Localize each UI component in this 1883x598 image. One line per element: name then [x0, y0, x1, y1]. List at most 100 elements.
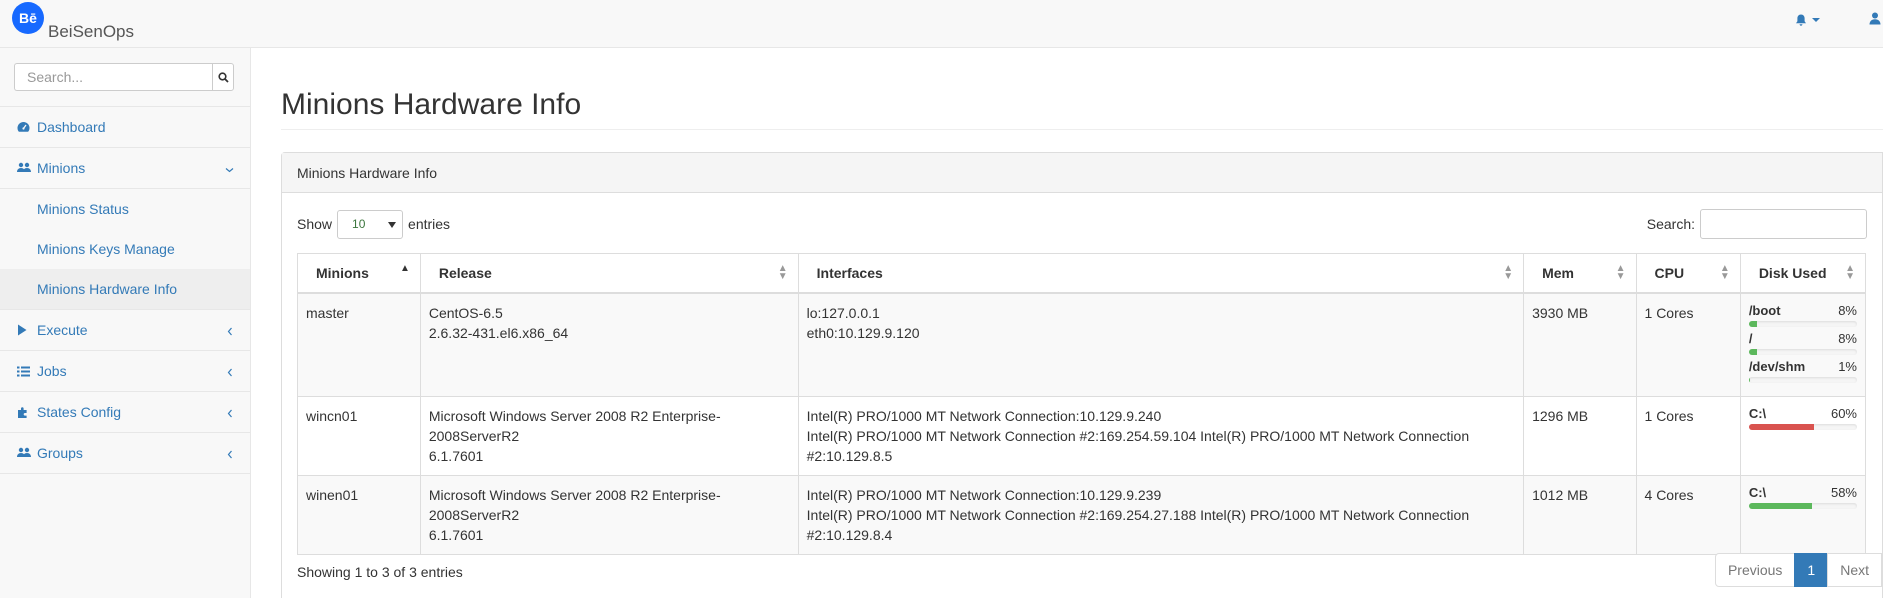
cpu-cell: 4 Cores [1635, 474, 1741, 555]
bell-icon [1796, 14, 1806, 26]
disk-percent: 1% [1838, 358, 1857, 374]
disk-used-cell: C:\ 60% [1739, 395, 1867, 476]
chevron-down-icon [225, 161, 234, 177]
disk-progress-bar [1748, 320, 1857, 327]
page-header: Minions Hardware Info [281, 88, 1883, 130]
sidebar-search-button[interactable] [212, 63, 234, 91]
disk-used-cell: /boot 8% / 8% /dev/shm 1% [1739, 292, 1867, 397]
mem-cell: 1012 MB [1523, 474, 1637, 555]
page-1-button[interactable]: 1 [1794, 553, 1829, 587]
disk-progress-bar [1748, 348, 1857, 355]
users-icon [17, 162, 33, 174]
disk-mount: /boot [1748, 302, 1781, 318]
chevron-left-icon [226, 446, 234, 462]
user-menu[interactable] [1869, 12, 1881, 28]
interfaces-cell-line: Intel(R) PRO/1000 MT Network Connection:… [806, 486, 1162, 503]
minion-cell: wincn01 [297, 395, 421, 476]
search-icon [217, 71, 229, 83]
sidebar-item-dashboard[interactable]: Dashboard [0, 107, 250, 148]
main-content: Minions Hardware Info Minions Hardware I… [251, 48, 1883, 598]
disk-progress-fill [1748, 423, 1814, 430]
sidebar-item-jobs[interactable]: Jobs [0, 351, 250, 392]
table-search-input[interactable] [1700, 209, 1867, 239]
play-icon [17, 324, 33, 336]
sidebar-item-label: Jobs [37, 363, 67, 379]
sidebar-item-groups[interactable]: Groups [0, 433, 250, 474]
sidebar-search [0, 48, 250, 107]
sidebar-item-label: Execute [37, 322, 88, 338]
disk-entry: /dev/shm 1% [1749, 359, 1857, 375]
chevron-left-icon [226, 405, 234, 421]
sidebar-item-execute[interactable]: Execute [0, 310, 250, 351]
user-icon [1869, 12, 1881, 25]
interfaces-cell-line: #2:10.129.8.4 [806, 526, 893, 543]
release-cell: CentOS-6.5 2.6.32-431.el6.x86_64 [419, 292, 799, 397]
release-cell-line: 2008ServerR2 [428, 506, 520, 523]
sidebar-item-label: Dashboard [37, 119, 106, 135]
brand[interactable]: Bē BeiSenOps [12, 2, 134, 41]
previous-page-button[interactable]: Previous [1714, 553, 1796, 587]
column-header-interfaces[interactable]: Interfaces ▲ ▼ [797, 253, 1525, 294]
release-cell-line: 6.1.7601 [428, 526, 484, 543]
sidebar-item-minions-keys-manage[interactable]: Minions Keys Manage [0, 229, 250, 269]
table-row: wincn01 Microsoft Windows Server 2008 R2 … [297, 395, 1867, 476]
sort-asc-icon: ▲ [399, 263, 410, 274]
table-row: master CentOS-6.5 2.6.32-431.el6.x86_64 lo:… [297, 292, 1867, 397]
list-icon [17, 366, 33, 377]
disk-progress-bar [1748, 376, 1857, 383]
next-page-button[interactable]: Next [1827, 553, 1882, 587]
panel-heading: Minions Hardware Info [282, 153, 1882, 193]
release-cell-line: 2.6.32-431.el6.x86_64 [428, 324, 569, 341]
sort-icon: ▲ ▼ [1845, 263, 1855, 282]
column-header-disk-used[interactable]: Disk Used ▲ ▼ [1739, 253, 1867, 294]
brand-name: BeiSenOps [48, 22, 134, 41]
entries-select[interactable]: 10 [337, 209, 404, 239]
disk-progress-bar [1748, 502, 1857, 509]
sidebar-item-minions-status[interactable]: Minions Status [0, 189, 250, 229]
column-header-minions[interactable]: Minions ▲ [297, 253, 421, 294]
mem-cell: 1296 MB [1523, 395, 1637, 476]
release-cell-line: 6.1.7601 [428, 447, 484, 464]
interfaces-cell: Intel(R) PRO/1000 MT Network Connection:… [797, 395, 1525, 476]
disk-progress-fill [1748, 376, 1750, 383]
column-header-release[interactable]: Release ▲ ▼ [419, 253, 799, 294]
page-title: Minions Hardware Info [281, 88, 582, 121]
column-header-cpu[interactable]: CPU ▲ ▼ [1635, 253, 1741, 294]
sidebar-item-states-config[interactable]: States Config [0, 392, 250, 433]
sidebar-item-label: Minions [37, 160, 86, 176]
sort-icon: ▲ ▼ [1503, 263, 1514, 282]
show-entries: Show 10 entries [297, 209, 450, 239]
sidebar: Dashboard Minions Minions Status Minions… [0, 48, 251, 598]
disk-mount: / [1748, 330, 1753, 346]
table-search: Search: [1647, 209, 1867, 239]
top-navbar: Bē BeiSenOps [0, 0, 1883, 48]
sidebar-item-minions[interactable]: Minions [0, 148, 250, 189]
caret-down-icon [388, 221, 397, 228]
disk-progress-fill [1748, 348, 1758, 355]
table-row: winen01 Microsoft Windows Server 2008 R2 … [297, 474, 1867, 555]
release-cell: Microsoft Windows Server 2008 R2 Enterpr… [419, 474, 799, 555]
sidebar-search-input[interactable] [14, 63, 212, 91]
interfaces-cell-line: Intel(R) PRO/1000 MT Network Connection … [806, 506, 1470, 523]
puzzle-icon [17, 406, 33, 418]
minion-cell: master [297, 292, 421, 397]
entries-select-value: 10 [352, 217, 366, 231]
disk-used-cell: C:\ 58% [1739, 474, 1867, 555]
notifications-dropdown[interactable] [1795, 14, 1821, 27]
mem-cell: 3930 MB [1523, 292, 1637, 397]
release-cell-line: Microsoft Windows Server 2008 R2 Enterpr… [428, 407, 721, 424]
table-controls: Show 10 entries Search: [297, 209, 1867, 239]
cpu-cell: 1 Cores [1635, 395, 1741, 476]
sidebar-item-minions-hardware-info[interactable]: Minions Hardware Info [0, 269, 250, 309]
disk-entry: C:\ 60% [1749, 406, 1857, 422]
disk-entry: / 8% [1749, 331, 1857, 347]
disk-percent: 8% [1838, 330, 1857, 346]
column-header-mem[interactable]: Mem ▲ ▼ [1523, 253, 1637, 294]
sort-icon: ▲ ▼ [1719, 263, 1730, 282]
disk-entry: C:\ 58% [1749, 485, 1857, 501]
caret-down-icon [1812, 18, 1820, 22]
interfaces-cell-line: eth0:10.129.9.120 [806, 324, 920, 341]
interfaces-cell-line: Intel(R) PRO/1000 MT Network Connection … [806, 427, 1470, 444]
minion-cell: winen01 [297, 474, 421, 555]
chevron-left-icon [226, 364, 234, 380]
